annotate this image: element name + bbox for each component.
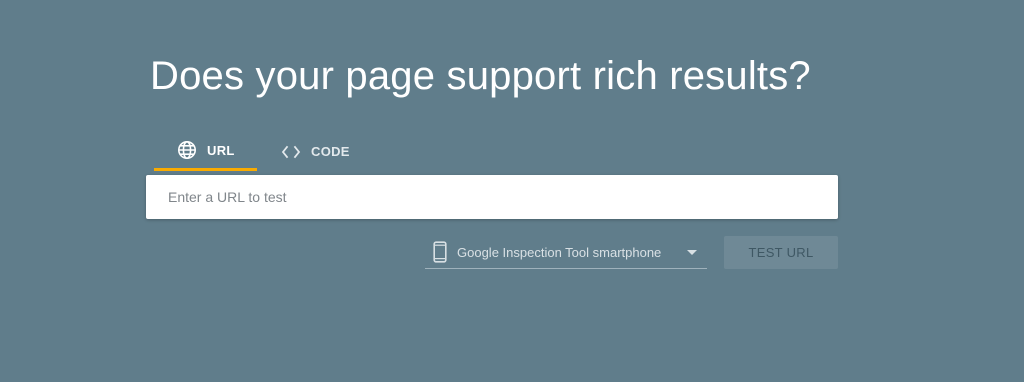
test-url-button[interactable]: TEST URL <box>724 236 838 269</box>
tab-url[interactable]: URL <box>154 132 257 171</box>
url-input-container <box>146 175 838 219</box>
code-brackets-icon <box>281 145 301 159</box>
url-input[interactable] <box>146 175 838 219</box>
tab-code[interactable]: CODE <box>257 132 350 174</box>
device-select[interactable]: Google Inspection Tool smartphone <box>425 236 707 269</box>
chevron-down-icon <box>687 250 697 255</box>
input-mode-tabs: URL CODE <box>154 132 350 174</box>
device-select-value: Google Inspection Tool smartphone <box>457 244 662 260</box>
smartphone-icon <box>433 241 447 263</box>
globe-icon <box>177 140 197 160</box>
page-title: Does your page support rich results? <box>150 54 811 98</box>
tab-code-label: CODE <box>311 144 350 159</box>
tab-url-label: URL <box>207 142 235 158</box>
